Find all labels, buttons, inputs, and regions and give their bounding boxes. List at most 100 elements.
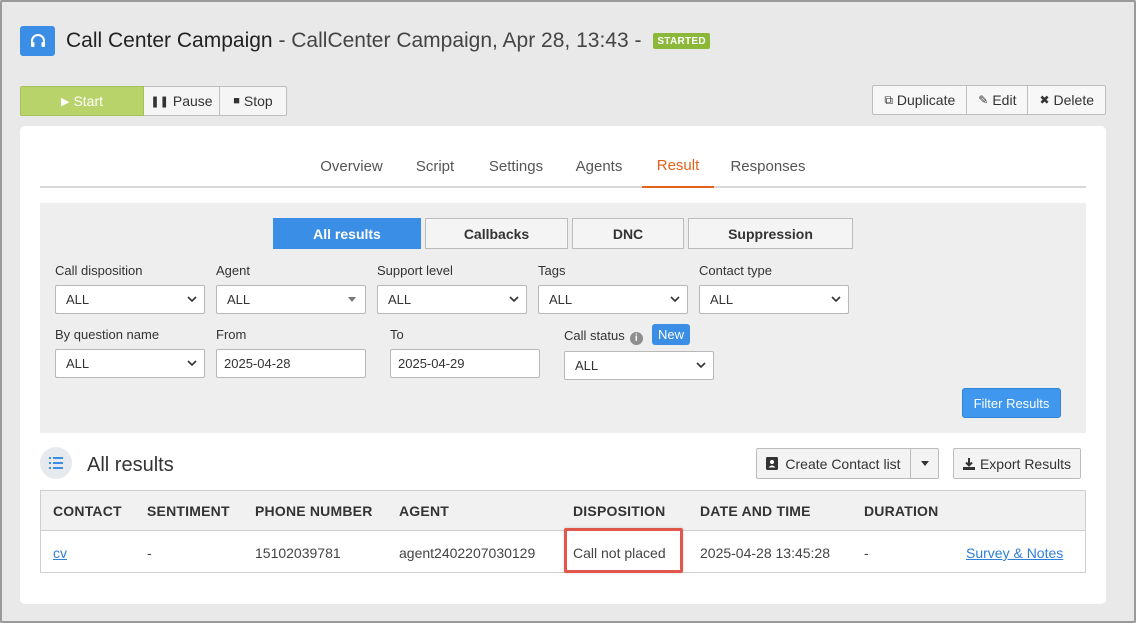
page-title: Call Center Campaign - CallCenter Campai… [66, 29, 710, 53]
by-question-name-value: ALL [66, 356, 90, 371]
create-contact-list-label: Create Contact list [785, 455, 901, 472]
by-question-name-label: By question name [55, 327, 160, 342]
download-icon [962, 457, 975, 470]
call-status-select[interactable]: ALL [564, 351, 714, 380]
caret-down-icon [348, 297, 356, 302]
tab-script[interactable]: Script [407, 144, 463, 188]
by-question-name-select[interactable]: ALL [55, 349, 205, 378]
chevron-down-icon [696, 362, 706, 369]
pause-label: Pause [172, 93, 213, 109]
column-duration: DURATION [864, 503, 939, 519]
tab-overview[interactable]: Overview [310, 144, 393, 188]
tags-select[interactable]: ALL [538, 285, 688, 314]
new-badge: New [652, 324, 691, 345]
headset-icon [20, 26, 55, 56]
filter-results-button[interactable]: Filter Results [962, 388, 1061, 418]
support-level-select[interactable]: ALL [377, 285, 527, 314]
call-status-value: ALL [575, 358, 599, 373]
suppression-button[interactable]: Suppression [688, 218, 853, 249]
support-level-label: Support level [377, 263, 453, 278]
create-contact-list-group: Create Contact list [756, 448, 939, 479]
edit-label: Edit [992, 92, 1017, 108]
table-header: CONTACT SENTIMENT PHONE NUMBER AGENT DIS… [41, 491, 1085, 531]
contact-type-value: ALL [710, 292, 734, 307]
contact-book-icon [766, 457, 779, 470]
call-disposition-label: Call disposition [55, 263, 143, 278]
results-title: All results [87, 454, 174, 476]
column-disposition: DISPOSITION [573, 503, 666, 519]
result-type-switch: All results Callbacks DNC Suppression [273, 218, 857, 249]
column-agent: AGENT [399, 503, 449, 519]
to-date-input[interactable] [390, 349, 540, 378]
campaign-actions: ⧉ Duplicate ✎ Edit ✖ Delete [872, 85, 1106, 115]
disposition-highlight [564, 528, 683, 573]
pause-icon: ❚❚ [150, 95, 169, 108]
phone-number-cell: 15102039781 [255, 545, 341, 561]
contact-type-select[interactable]: ALL [699, 285, 849, 314]
column-date-time: DATE AND TIME [700, 503, 811, 519]
info-icon[interactable]: i [629, 332, 643, 345]
chevron-down-icon [187, 296, 197, 303]
edit-button[interactable]: ✎ Edit [967, 85, 1029, 115]
filter-panel: All results Callbacks DNC Suppression Ca… [40, 203, 1086, 433]
campaign-controls: ▶ Start ❚❚ Pause ■ Stop [20, 86, 287, 116]
delete-label: Delete [1053, 92, 1094, 108]
call-status-label-text: Call status [564, 328, 625, 343]
column-sentiment: SENTIMENT [147, 503, 230, 519]
tags-label: Tags [538, 263, 566, 278]
column-phone-number: PHONE NUMBER [255, 503, 373, 519]
call-disposition-value: ALL [66, 292, 90, 307]
all-results-button[interactable]: All results [273, 218, 421, 249]
chevron-down-icon [831, 296, 841, 303]
survey-notes-link[interactable]: Survey & Notes [966, 545, 1063, 561]
campaign-detail: - CallCenter Campaign, Apr 28, 13:43 - [272, 29, 648, 52]
export-results-label: Export Results [979, 455, 1072, 472]
tab-responses[interactable]: Responses [726, 144, 810, 188]
tab-agents[interactable]: Agents [568, 144, 630, 188]
campaign-name: Call Center Campaign [66, 29, 273, 52]
from-label: From [216, 327, 247, 342]
call-status-label: Call status i [564, 328, 643, 345]
contact-type-label: Contact type [699, 263, 772, 278]
chevron-down-icon [187, 360, 197, 367]
start-button[interactable]: ▶ Start [20, 86, 144, 116]
close-icon: ✖ [1039, 93, 1050, 107]
duration-cell: - [864, 545, 869, 561]
stop-label: Stop [243, 93, 273, 109]
duplicate-button[interactable]: ⧉ Duplicate [872, 85, 968, 115]
status-badge: STARTED [653, 33, 710, 49]
agent-value: ALL [227, 292, 251, 307]
stop-icon: ■ [233, 95, 240, 107]
stop-button[interactable]: ■ Stop [220, 86, 287, 116]
sentiment-cell: - [147, 545, 152, 561]
create-contact-list-dropdown[interactable] [911, 448, 939, 479]
list-icon [40, 447, 72, 479]
contact-link[interactable]: cv [53, 545, 67, 561]
agent-label: Agent [216, 263, 250, 278]
delete-button[interactable]: ✖ Delete [1028, 85, 1106, 115]
edit-icon: ✎ [978, 93, 989, 107]
results-table: CONTACT SENTIMENT PHONE NUMBER AGENT DIS… [40, 490, 1086, 573]
to-label: To [390, 327, 404, 342]
caret-down-icon [920, 461, 929, 466]
start-label: Start [73, 93, 104, 109]
copy-icon: ⧉ [884, 92, 893, 107]
export-results-button[interactable]: Export Results [953, 448, 1081, 479]
create-contact-list-button[interactable]: Create Contact list [756, 448, 911, 479]
tags-value: ALL [549, 292, 573, 307]
pause-button[interactable]: ❚❚ Pause [144, 86, 220, 116]
date-time-cell: 2025-04-28 13:45:28 [700, 545, 830, 561]
campaign-tabs: Overview Script Settings Agents Result R… [40, 144, 1086, 188]
tab-result[interactable]: Result [642, 144, 714, 188]
chevron-down-icon [509, 296, 519, 303]
call-disposition-select[interactable]: ALL [55, 285, 205, 314]
dnc-button[interactable]: DNC [572, 218, 684, 249]
callbacks-button[interactable]: Callbacks [425, 218, 568, 249]
agent-select[interactable]: ALL [216, 285, 366, 314]
campaign-header: Call Center Campaign - CallCenter Campai… [20, 25, 710, 57]
column-contact: CONTACT [53, 503, 122, 519]
tab-settings[interactable]: Settings [480, 144, 552, 188]
from-date-input[interactable] [216, 349, 366, 378]
play-icon: ▶ [60, 95, 70, 108]
agent-cell: agent2402207030129 [399, 545, 536, 561]
